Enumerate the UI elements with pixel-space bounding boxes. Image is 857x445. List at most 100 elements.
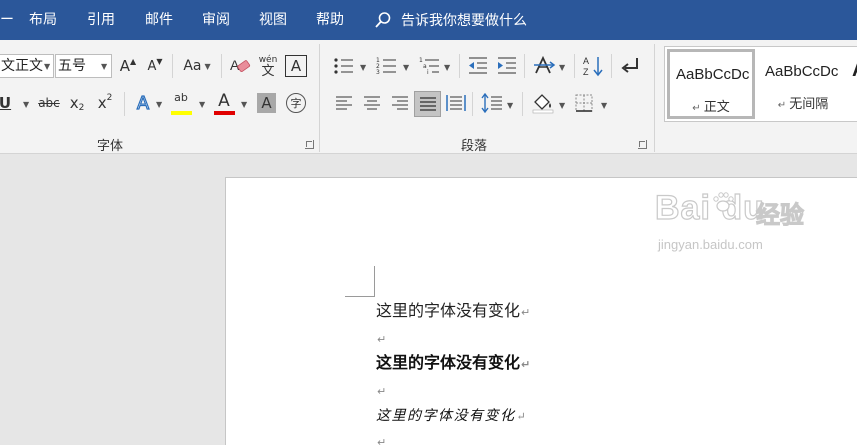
sort-icon[interactable]: A Z (582, 54, 604, 78)
text-effects-button[interactable]: A (132, 92, 154, 114)
clear-formatting-icon[interactable]: A (229, 55, 251, 77)
underline-glyph: U (0, 94, 12, 112)
bullets-icon[interactable] (333, 56, 355, 76)
style-heading-1[interactable]: A (849, 49, 857, 119)
strikethrough-button[interactable]: abc (36, 92, 62, 114)
divider (124, 92, 125, 116)
subscript-button[interactable]: x2 (66, 92, 88, 114)
numbering-dropdown-icon[interactable]: ▼ (403, 63, 409, 72)
phonetic-guide-button[interactable]: wén 文 (257, 52, 279, 80)
paragraph-mark: ↵ (521, 358, 531, 371)
crop-mark (345, 296, 375, 297)
watermark-url: jingyan.baidu.com (658, 237, 763, 252)
grow-font-button[interactable]: A ▲ (117, 55, 139, 77)
paragraph-mark: ↵ (521, 306, 531, 319)
divider (172, 54, 173, 78)
paragraph-dialog-launcher-icon[interactable] (638, 140, 647, 149)
tell-me-box[interactable]: 告诉我你想要做什么 (374, 10, 527, 30)
character-shading-button[interactable]: A (257, 93, 276, 113)
tab-help[interactable]: 帮助 (316, 11, 344, 29)
tab-mailings[interactable]: 邮件 (145, 11, 173, 29)
underline-button[interactable]: U (0, 92, 12, 114)
superscript-button[interactable]: x2 (94, 92, 116, 114)
divider (221, 54, 222, 78)
borders-dropdown-icon[interactable]: ▼ (601, 101, 607, 110)
tab-view[interactable]: 视图 (259, 11, 287, 29)
paragraph-mark: ↵ (377, 333, 387, 346)
paragraph-handwriting[interactable]: 这里的字体没有变化↵ (376, 406, 527, 427)
search-icon (375, 12, 391, 28)
highlight-dropdown-icon[interactable]: ▼ (199, 100, 205, 109)
font-color-dropdown-icon[interactable]: ▼ (241, 100, 247, 109)
paw-icon (713, 192, 734, 212)
style-name: ↵ 正文 (692, 100, 730, 115)
font-color-bar (214, 111, 235, 115)
tab-references[interactable]: 引用 (87, 11, 115, 29)
strikethrough-glyph: abc (38, 96, 60, 110)
line-spacing-dropdown-icon[interactable]: ▼ (507, 101, 513, 110)
empty-paragraph[interactable]: ↵ (376, 328, 386, 350)
numbering-icon[interactable]: 123 (376, 56, 398, 76)
chinese-layout-icon[interactable] (533, 55, 557, 77)
svg-text:Z: Z (583, 67, 589, 77)
style-sample: AaBbCcDc (676, 66, 750, 83)
divider (522, 92, 523, 116)
highlight-glyph: ab (174, 91, 188, 104)
paragraph-regular[interactable]: 这里的字体没有变化↵ (376, 301, 530, 323)
style-no-spacing[interactable]: AaBbCcDc ↵ 无间隔 (759, 49, 847, 119)
shrink-font-button[interactable]: A ▼ (144, 55, 166, 77)
line-spacing-icon[interactable] (481, 93, 503, 113)
distributed-icon[interactable] (446, 94, 466, 112)
group-divider (319, 44, 320, 152)
decrease-indent-icon[interactable] (467, 56, 489, 76)
grow-arrow-icon: ▲ (130, 56, 137, 66)
show-formatting-marks-icon[interactable] (619, 56, 641, 76)
character-shading-glyph: A (261, 94, 272, 112)
font-dialog-launcher-icon[interactable] (305, 140, 314, 149)
tab-review[interactable]: 审阅 (202, 11, 230, 29)
font-name-dropdown-icon[interactable]: ▼ (44, 62, 50, 71)
align-left-icon[interactable] (335, 95, 353, 111)
paragraph-text: 这里的字体没有变化 (376, 301, 521, 320)
divider (574, 54, 575, 78)
underline-dropdown-icon[interactable]: ▼ (23, 100, 29, 109)
svg-text:A: A (583, 56, 589, 66)
bullets-dropdown-icon[interactable]: ▼ (360, 63, 366, 72)
align-center-icon[interactable] (363, 95, 381, 111)
style-name: ↵ 无间隔 (777, 97, 829, 112)
font-name-value: 文正文 (1, 58, 43, 74)
empty-paragraph[interactable]: ↵ (376, 380, 386, 402)
phonetic-bottom: 文 (261, 64, 275, 79)
character-border-button[interactable]: A (285, 55, 307, 77)
subscript-mark: 2 (78, 103, 85, 113)
increase-indent-icon[interactable] (496, 56, 518, 76)
align-right-icon[interactable] (391, 95, 409, 111)
multilevel-dropdown-icon[interactable]: ▼ (444, 63, 450, 72)
font-color-button[interactable]: A (213, 91, 235, 111)
multilevel-list-icon[interactable]: 1ai (419, 56, 441, 76)
subscript-base: x (69, 94, 79, 112)
divider (459, 54, 460, 78)
enclose-characters-button[interactable]: 字 (286, 93, 306, 113)
tab-truncated[interactable]: ー (0, 11, 14, 29)
text-effects-dropdown-icon[interactable]: ▼ (156, 100, 162, 109)
style-normal[interactable]: AaBbCcDc ↵ 正文 (667, 49, 755, 119)
font-size-value: 五号 (58, 58, 86, 74)
group-divider (654, 44, 655, 152)
change-case-button[interactable]: Aa ▼ (180, 55, 214, 77)
font-size-dropdown-icon[interactable]: ▼ (101, 62, 107, 71)
borders-icon[interactable] (575, 94, 593, 112)
empty-paragraph[interactable]: ↵ (376, 431, 386, 445)
tab-layout[interactable]: 布局 (29, 11, 57, 29)
font-group-label: 字体 (97, 139, 124, 154)
shading-dropdown-icon[interactable]: ▼ (559, 101, 565, 110)
paragraph-bold[interactable]: 这里的字体没有变化↵ (376, 353, 530, 375)
justify-button[interactable] (414, 91, 441, 117)
shading-icon[interactable] (531, 92, 555, 114)
watermark-cn: 经验 (756, 201, 805, 230)
chevron-down-icon: ▼ (204, 61, 211, 71)
highlight-button[interactable]: ab (170, 91, 192, 111)
chinese-layout-dropdown-icon[interactable]: ▼ (559, 63, 565, 72)
font-color-glyph: A (218, 91, 230, 111)
highlight-color-bar (171, 111, 192, 115)
